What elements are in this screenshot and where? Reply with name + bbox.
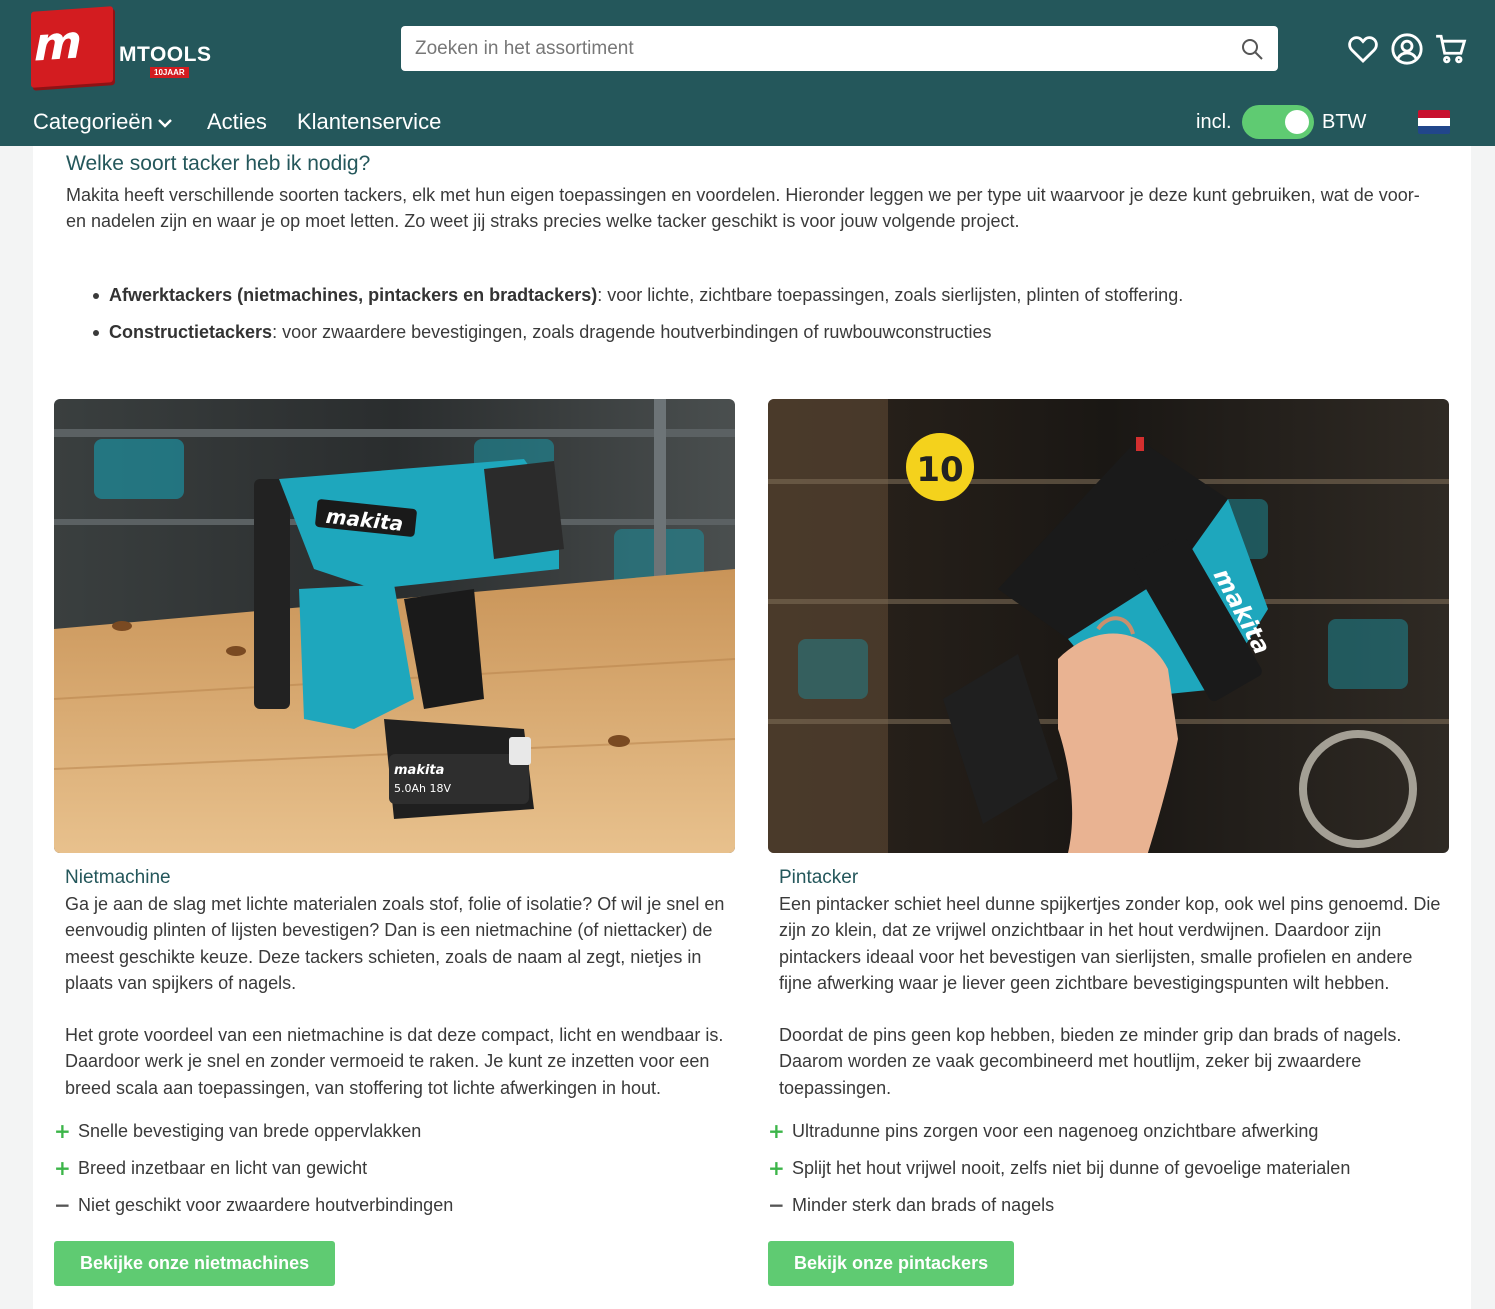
- search-icon[interactable]: [1240, 37, 1264, 61]
- plus-icon: +: [54, 1119, 71, 1144]
- list-item-term: Constructietackers: [109, 322, 273, 342]
- paragraph: Doordat de pins geen kop hebben, bieden …: [779, 1025, 1402, 1098]
- con-text: Niet geschikt voor zwaardere houtverbind…: [78, 1195, 454, 1216]
- list-item-term: Afwerktackers (nietmachines, pintackers …: [109, 285, 598, 305]
- nietmachine-title: Nietmachine: [65, 867, 171, 888]
- paragraph: Ga je aan de slag met lichte materialen …: [65, 894, 725, 993]
- pros-cons-list: + Snelle bevestiging van brede oppervlakk…: [54, 1113, 735, 1224]
- cart-icon[interactable]: [1434, 32, 1468, 66]
- minus-icon: −: [768, 1193, 785, 1218]
- nl-flag-icon[interactable]: [1418, 110, 1450, 134]
- chevron-down-icon: [158, 119, 172, 128]
- content-card: Welke soort tacker heb ik nodig? Makita …: [33, 146, 1471, 1309]
- svg-text:makita: makita: [394, 763, 444, 778]
- nav-categories-label: Categorieën: [33, 109, 153, 134]
- nietmachine-column: makita makita 5.0Ah 18V Nietmachine Ga j…: [54, 399, 735, 1287]
- search-bar: [401, 26, 1278, 71]
- pro-text: Ultradunne pins zorgen voor een nagenoeg…: [792, 1121, 1319, 1142]
- pro-text: Splijt het hout vrijwel nooit, zelfs nie…: [792, 1158, 1351, 1179]
- pintacker-in-hand-image: 10 makita: [768, 399, 1449, 853]
- nav-deals[interactable]: Acties: [207, 106, 267, 138]
- nietmachine-photo: makita makita 5.0Ah 18V: [54, 399, 735, 853]
- site-logo[interactable]: m MTOOLS 10JAAR: [31, 6, 231, 88]
- pro-item: + Breed inzetbaar en licht van gewicht: [54, 1150, 735, 1187]
- vat-btw-label: BTW: [1322, 111, 1367, 133]
- con-item: − Niet geschikt voor zwaardere houtverbin…: [54, 1187, 735, 1224]
- nav-categories[interactable]: Categorieën: [33, 106, 173, 138]
- list-item: Constructietackers: voor zwaardere beves…: [91, 314, 1431, 351]
- pro-item: + Snelle bevestiging van brede oppervlakk…: [54, 1113, 735, 1150]
- plus-icon: +: [768, 1119, 785, 1144]
- view-nietmachines-button[interactable]: Bekijke onze nietmachines: [54, 1241, 336, 1287]
- list-item: Afwerktackers (nietmachines, pintackers …: [91, 277, 1431, 314]
- pro-text: Snelle bevestiging van brede oppervlakke…: [78, 1121, 422, 1142]
- minus-icon: −: [54, 1193, 71, 1218]
- vat-incl-label: incl.: [1196, 111, 1232, 133]
- list-item-text: : voor lichte, zichtbare toepassingen, z…: [597, 285, 1184, 305]
- pintacker-title: Pintacker: [779, 867, 859, 888]
- nailer-on-workbench-image: makita makita 5.0Ah 18V: [54, 399, 735, 853]
- pro-item: + Ultradunne pins zorgen voor een nagenoe…: [768, 1113, 1449, 1150]
- pintacker-description: Een pintacker schiet heel dunne spijkert…: [779, 891, 1444, 1101]
- pro-item: + Splijt het hout vrijwel nooit, zelfs ni…: [768, 1150, 1449, 1187]
- account-icon[interactable]: [1390, 32, 1424, 66]
- con-item: − Minder sterk dan brads of nagels: [768, 1187, 1449, 1224]
- site-header: m MTOOLS 10JAAR Categorieën Acties Klan: [0, 0, 1495, 146]
- pros-cons-list: + Ultradunne pins zorgen voor een nagenoe…: [768, 1113, 1449, 1224]
- intro-text: Makita heeft verschillende soorten tacke…: [66, 185, 1420, 231]
- photo-sticker-text: 10: [916, 450, 963, 490]
- pintacker-photo: 10 makita: [768, 399, 1449, 853]
- plus-icon: +: [768, 1156, 785, 1181]
- logo-name: MTOOLS: [119, 43, 212, 66]
- heart-icon[interactable]: [1346, 32, 1380, 66]
- tacker-types-list: Afwerktackers (nietmachines, pintackers …: [91, 277, 1431, 351]
- pro-text: Breed inzetbaar en licht van gewicht: [78, 1158, 368, 1179]
- plus-icon: +: [54, 1156, 71, 1181]
- toggle-knob: [1285, 110, 1309, 134]
- pintacker-column: 10 makita Pintacker Een pintacker schiet…: [768, 399, 1449, 1287]
- section-title: Welke soort tacker heb ik nodig?: [66, 152, 371, 175]
- paragraph: Een pintacker schiet heel dunne spijkert…: [779, 894, 1441, 993]
- nav-customer-service[interactable]: Klantenservice: [297, 106, 441, 138]
- view-pintackers-button[interactable]: Bekijk onze pintackers: [768, 1241, 1015, 1287]
- logo-anniversary-badge: 10JAAR: [150, 67, 189, 78]
- paragraph: Het grote voordeel van een nietmachine i…: [65, 1025, 724, 1098]
- con-text: Minder sterk dan brads of nagels: [792, 1195, 1055, 1216]
- search-input[interactable]: [401, 26, 1221, 71]
- logo-mark: m: [31, 6, 113, 88]
- svg-text:5.0Ah 18V: 5.0Ah 18V: [394, 782, 451, 795]
- nietmachine-description: Ga je aan de slag met lichte materialen …: [65, 891, 730, 1101]
- list-item-text: : voor zwaardere bevestigingen, zoals dr…: [272, 322, 992, 342]
- vat-toggle[interactable]: [1242, 105, 1314, 139]
